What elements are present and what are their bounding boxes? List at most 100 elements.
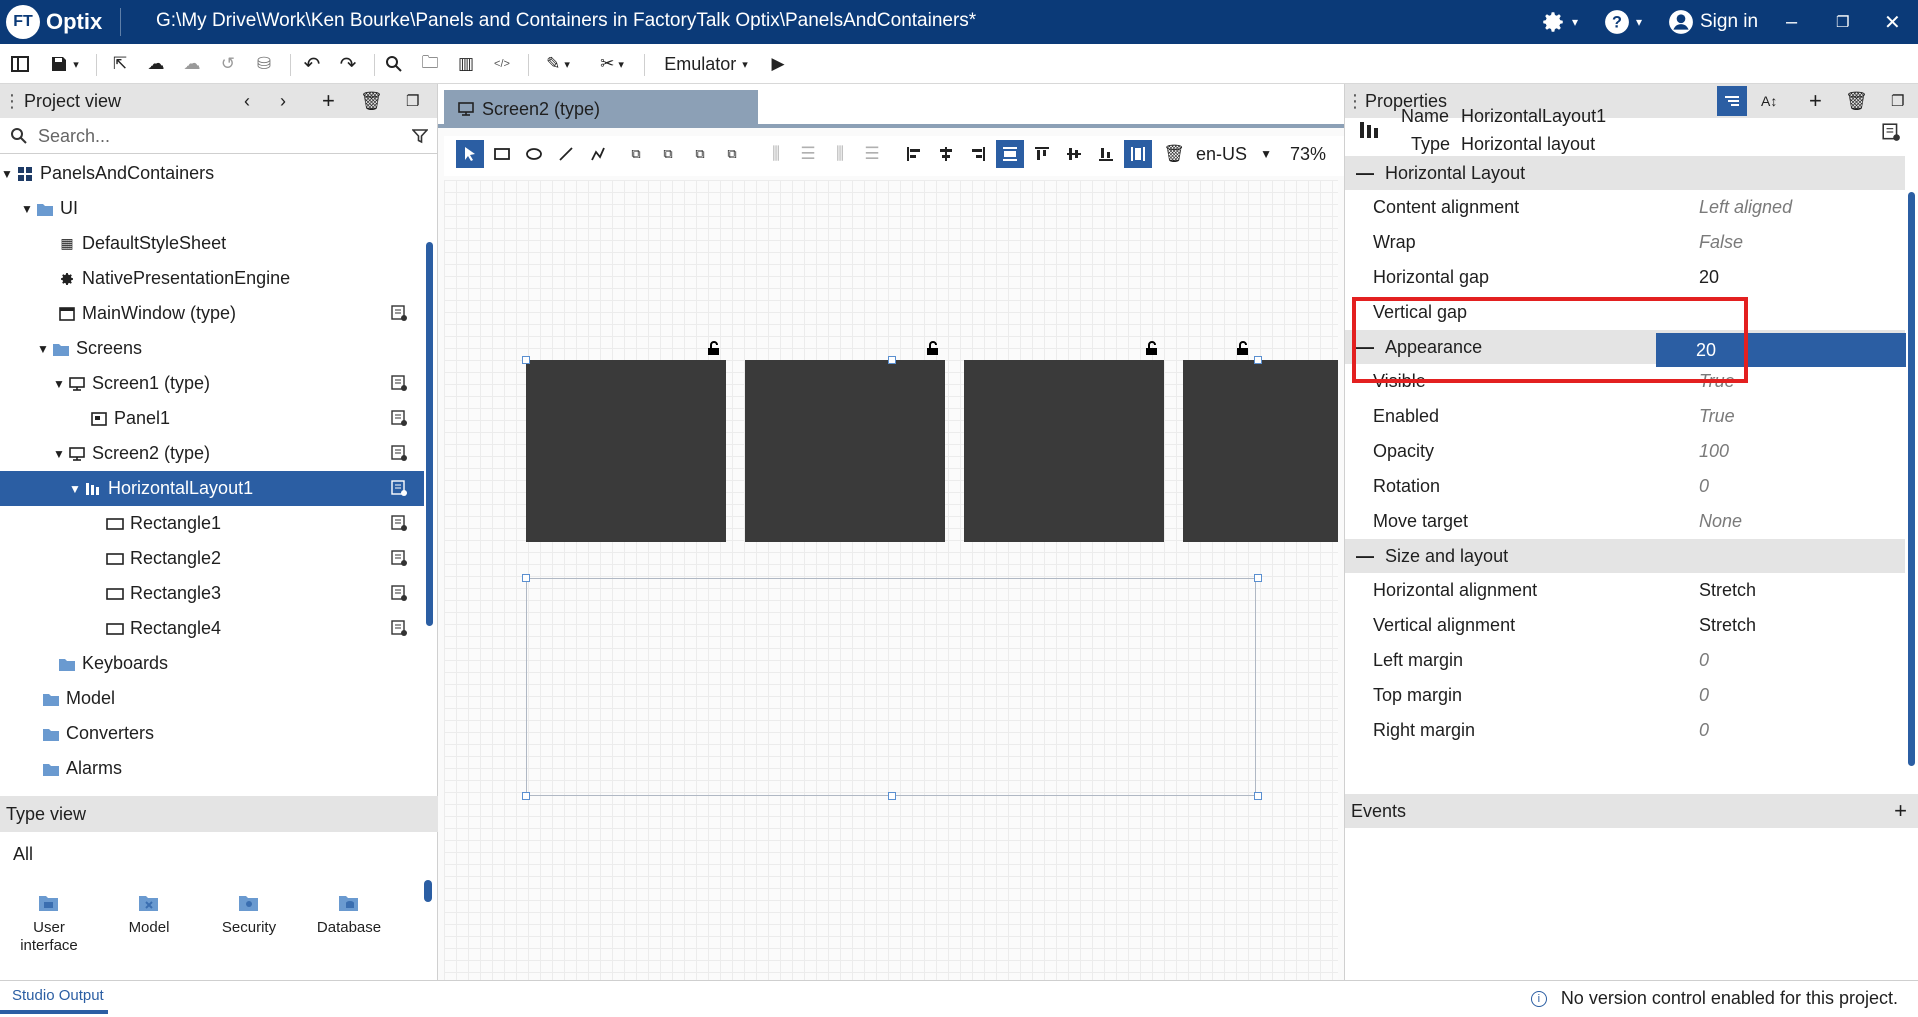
run-button[interactable]: ▶ <box>766 52 790 76</box>
prop-value[interactable]: 100 <box>1699 441 1729 462</box>
layout-button[interactable] <box>8 52 32 76</box>
paint-button[interactable]: ✎ ▾ <box>538 52 578 76</box>
tree-item-screens[interactable]: ▼ Screens <box>0 331 424 366</box>
edit-type-icon[interactable] <box>390 619 408 637</box>
resize-handle[interactable] <box>888 356 896 364</box>
polyline-tool-button[interactable] <box>584 140 612 168</box>
prop-right-margin[interactable]: Right margin 0 <box>1345 713 1905 748</box>
upload-button[interactable]: ☁ <box>144 52 168 76</box>
align-center-button[interactable] <box>932 140 960 168</box>
edit-type-icon[interactable] <box>390 304 408 322</box>
type-item-user-interface[interactable]: User interface <box>4 893 94 955</box>
unlock-icon[interactable] <box>1144 340 1160 356</box>
zoom-level[interactable]: 73% <box>1290 140 1340 168</box>
sign-in-button[interactable]: Sign in <box>1668 8 1758 36</box>
rectangle-tool-button[interactable] <box>488 140 516 168</box>
align-top-button[interactable] <box>1028 140 1056 168</box>
prop-content-alignment[interactable]: Content alignment Left aligned <box>1345 190 1905 225</box>
unlock-icon[interactable] <box>706 340 722 356</box>
tree-item-screen1[interactable]: ▼ Screen1 (type) <box>0 366 424 401</box>
delete-icon[interactable]: 🗑 <box>1845 91 1868 112</box>
align-left-button[interactable] <box>900 140 928 168</box>
properties-scrollbar[interactable] <box>1908 192 1915 766</box>
bring-forward-button[interactable]: ⧉ <box>622 140 650 168</box>
tree-item-rectangle3[interactable]: Rectangle3 <box>0 576 424 611</box>
rectangle4-shape[interactable] <box>1183 360 1338 542</box>
tree-item-rectangle1[interactable]: Rectangle1 <box>0 506 424 541</box>
edit-type-icon[interactable] <box>390 374 408 392</box>
tree-item-model[interactable]: Model <box>0 681 424 716</box>
chevron-left-icon[interactable]: ‹ <box>244 91 250 112</box>
tools-button[interactable]: ✂ ▾ <box>592 52 632 76</box>
expand-arrow-icon[interactable]: ▼ <box>20 202 34 216</box>
section-events[interactable]: Events + <box>1345 794 1918 828</box>
tree-item-default-stylesheet[interactable]: ▦ DefaultStyleSheet <box>0 226 424 261</box>
edit-type-icon[interactable] <box>390 409 408 427</box>
edit-type-icon[interactable] <box>390 479 408 497</box>
ellipse-tool-button[interactable] <box>520 140 548 168</box>
section-horizontal-layout[interactable]: — Horizontal Layout <box>1345 156 1905 190</box>
prop-horizontal-alignment[interactable]: Horizontal alignment Stretch <box>1345 573 1905 608</box>
database-button[interactable]: ⛁ <box>252 52 276 76</box>
delete-button[interactable]: 🗑 <box>1160 140 1188 168</box>
prop-wrap[interactable]: Wrap False <box>1345 225 1905 260</box>
type-view-scrollbar[interactable] <box>424 880 432 902</box>
type-item-database[interactable]: Database <box>304 893 394 936</box>
windows-icon[interactable]: ❐ <box>1891 92 1904 110</box>
tree-item-native-presentation-engine[interactable]: NativePresentationEngine <box>0 261 424 296</box>
resize-handle[interactable] <box>1254 792 1262 800</box>
resize-handle[interactable] <box>1254 356 1262 364</box>
locale-dropdown[interactable]: en-US ▼ <box>1192 140 1276 168</box>
drag-handle-icon[interactable]: ⋮ <box>0 91 24 112</box>
prop-value[interactable]: None <box>1699 511 1742 532</box>
resize-handle[interactable] <box>1254 574 1262 582</box>
library-button[interactable]: ▥ <box>454 52 478 76</box>
redo-button[interactable]: ↷ <box>336 52 360 76</box>
name-value[interactable]: HorizontalLayout1 <box>1461 106 1606 127</box>
help-menu[interactable]: ? ▾ <box>1604 8 1642 36</box>
sort-alpha-icon[interactable]: A↕ <box>1761 93 1777 109</box>
prop-value[interactable]: 0 <box>1699 685 1709 706</box>
tree-item-horizontal-layout1[interactable]: ▼ HorizontalLayout1 <box>0 471 424 506</box>
type-item-model[interactable]: Model <box>104 893 194 936</box>
stretch-v-button[interactable] <box>1124 140 1152 168</box>
align-middle-button[interactable] <box>1060 140 1088 168</box>
windows-icon[interactable]: ❐ <box>406 92 419 110</box>
tree-item-rectangle4[interactable]: Rectangle4 <box>0 611 424 646</box>
tree-item-panel1[interactable]: Panel1 <box>0 401 424 436</box>
prop-enabled[interactable]: Enabled True <box>1345 399 1905 434</box>
cloud-button[interactable]: ☁ <box>180 52 204 76</box>
tree-item-main-window[interactable]: MainWindow (type) <box>0 296 424 331</box>
tree-item-keyboards[interactable]: Keyboards <box>0 646 424 681</box>
stretch-h-button[interactable] <box>996 140 1024 168</box>
tree-item-project[interactable]: ▼ PanelsAndContainers <box>0 156 424 191</box>
tab-studio-output[interactable]: Studio Output <box>0 980 108 1014</box>
prop-rotation[interactable]: Rotation 0 <box>1345 469 1905 504</box>
prop-value[interactable]: True <box>1699 406 1735 427</box>
rectangle3-shape[interactable] <box>964 360 1164 542</box>
prop-value[interactable]: 0 <box>1699 476 1709 497</box>
unlock-icon[interactable] <box>925 340 941 356</box>
collapse-icon[interactable]: — <box>1345 163 1385 184</box>
search-input[interactable] <box>38 124 408 148</box>
prop-top-margin[interactable]: Top margin 0 <box>1345 678 1905 713</box>
distribute-h-button[interactable]: ⫼ <box>762 140 790 168</box>
tree-item-ui[interactable]: ▼ UI <box>0 191 424 226</box>
prop-value[interactable]: 0 <box>1699 650 1709 671</box>
deploy-button[interactable]: ⇱ <box>108 52 132 76</box>
resize-handle[interactable] <box>522 792 530 800</box>
section-size-layout[interactable]: — Size and layout <box>1345 539 1905 573</box>
rectangle2-shape[interactable] <box>745 360 945 542</box>
edit-type-icon[interactable] <box>1881 122 1901 142</box>
resize-handle[interactable] <box>888 792 896 800</box>
restore-button[interactable]: ❐ <box>1836 8 1849 36</box>
design-canvas[interactable] <box>444 180 1338 980</box>
collapse-icon[interactable]: — <box>1345 546 1385 567</box>
edit-type-icon[interactable] <box>390 514 408 532</box>
prop-move-target[interactable]: Move target None <box>1345 504 1905 539</box>
chevron-right-icon[interactable]: › <box>280 91 286 112</box>
prop-value[interactable]: 0 <box>1699 720 1709 741</box>
type-item-security[interactable]: Security <box>204 893 294 936</box>
minimize-button[interactable]: – <box>1786 8 1797 36</box>
distribute-v-button[interactable]: ☰ <box>794 140 822 168</box>
